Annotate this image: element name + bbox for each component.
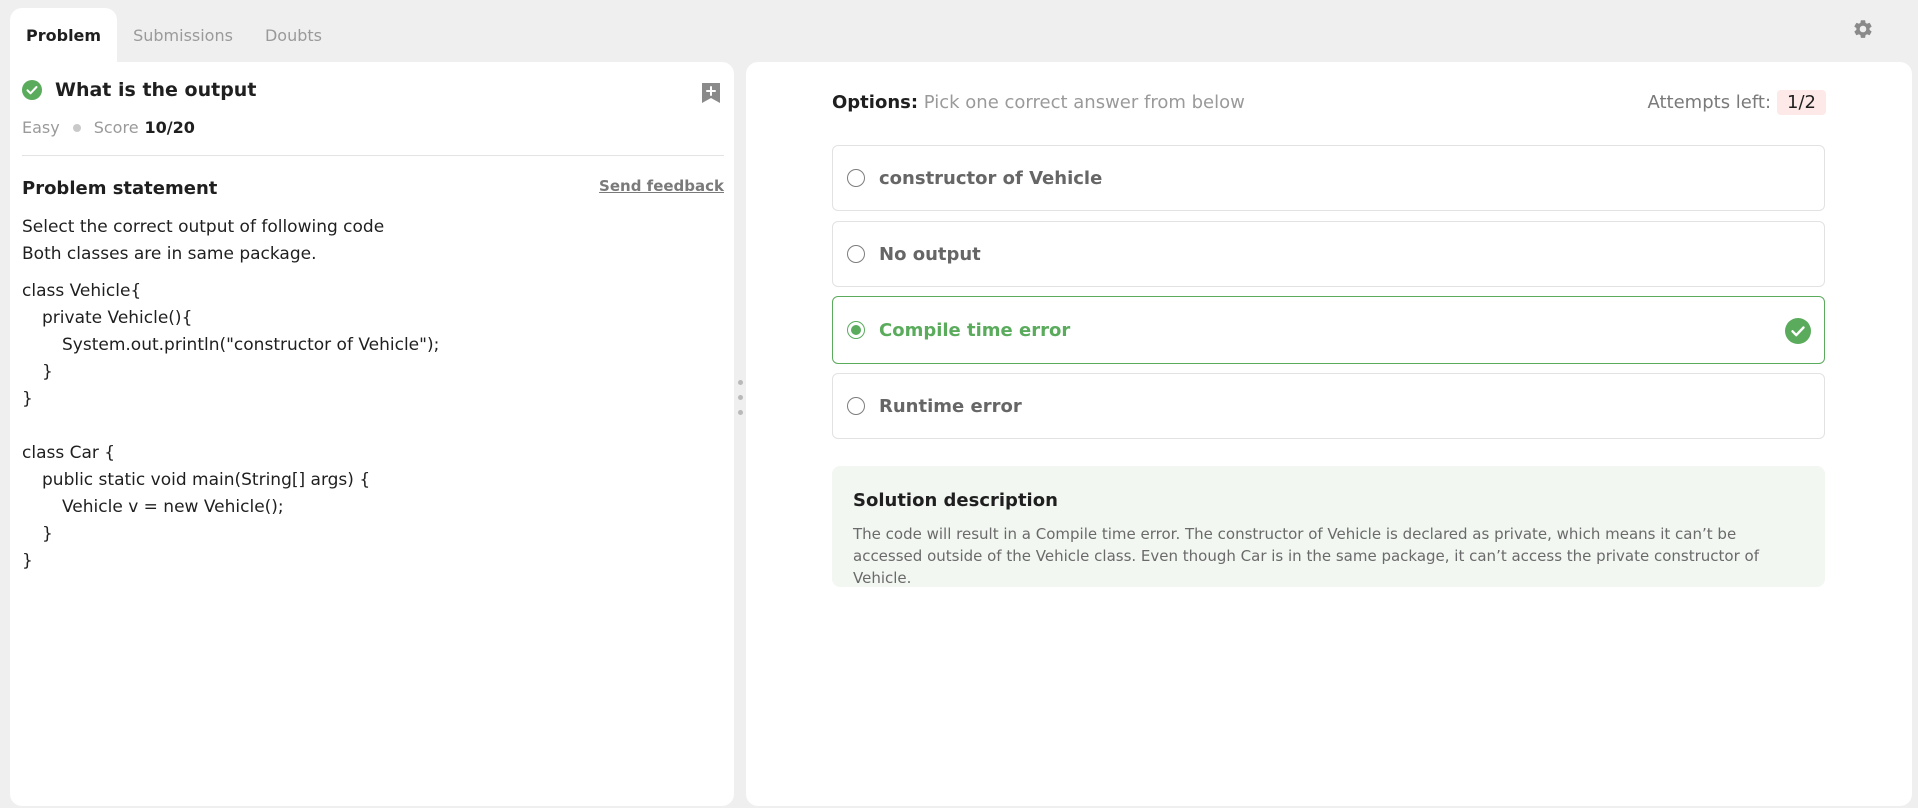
option-text: constructor of Vehicle — [879, 167, 1103, 189]
code-line: public static void main(String[] args) { — [42, 470, 371, 490]
attempts-left: Attempts left: 1/2 — [1647, 90, 1826, 115]
options-label: Options: — [832, 92, 919, 113]
solution-description: The code will result in a Compile time e… — [853, 525, 1759, 587]
attempts-badge: 1/2 — [1777, 90, 1826, 115]
code-line: private Vehicle(){ — [42, 308, 193, 328]
gear-icon[interactable] — [1852, 18, 1874, 40]
option-4[interactable]: Runtime error — [832, 373, 1825, 439]
code-line: Vehicle v = new Vehicle(); — [62, 497, 284, 517]
problem-title-row: What is the output — [22, 79, 256, 101]
problem-meta: Easy Score 10/20 — [22, 118, 195, 137]
score-value: 10/20 — [144, 118, 195, 137]
code-line: } — [42, 362, 53, 382]
meta-separator — [72, 123, 81, 132]
panel-resize-handle[interactable] — [736, 380, 744, 424]
code-line: class Vehicle{ — [22, 281, 142, 301]
problem-tabs: Problem Submissions Doubts — [10, 8, 338, 62]
tab-problem[interactable]: Problem — [10, 8, 118, 62]
attempts-label: Attempts left: — [1647, 92, 1772, 113]
tab-submissions[interactable]: Submissions — [117, 8, 249, 62]
check-circle-icon — [22, 80, 42, 100]
solution-box: Solution description The code will resul… — [832, 466, 1825, 587]
score-label: Score — [93, 118, 139, 137]
radio-button[interactable] — [847, 321, 865, 339]
divider — [22, 155, 724, 156]
statement-line: Both classes are in same package. — [22, 244, 317, 264]
solution-title: Solution description — [853, 490, 1058, 511]
code-line: System.out.println("constructor of Vehic… — [62, 335, 440, 355]
code-line: } — [22, 551, 33, 571]
check-circle-icon — [1785, 318, 1811, 344]
difficulty-label: Easy — [22, 118, 60, 137]
options-hint: Pick one correct answer from below — [923, 92, 1245, 113]
send-feedback-link[interactable]: Send feedback — [599, 177, 724, 195]
options-panel: Options: Pick one correct answer from be… — [746, 62, 1912, 806]
code-line: class Car { — [22, 443, 116, 463]
statement-line: Select the correct output of following c… — [22, 217, 385, 237]
options-header: Options: Pick one correct answer from be… — [832, 92, 1245, 113]
option-1[interactable]: constructor of Vehicle — [832, 145, 1825, 211]
problem-statement-title: Problem statement — [22, 178, 218, 199]
option-2[interactable]: No output — [832, 221, 1825, 287]
code-line: } — [22, 389, 33, 409]
problem-panel: What is the output Easy Score 10/20 Prob… — [10, 62, 734, 806]
option-text: Compile time error — [879, 319, 1071, 341]
bookmark-plus-icon[interactable] — [700, 81, 722, 105]
code-block: class Vehicle{ private Vehicle(){ System… — [22, 278, 439, 575]
problem-title: What is the output — [55, 79, 257, 101]
radio-button[interactable] — [847, 397, 865, 415]
option-text: No output — [879, 243, 981, 265]
code-line: } — [42, 524, 53, 544]
radio-button[interactable] — [847, 169, 865, 187]
radio-button[interactable] — [847, 245, 865, 263]
option-3[interactable]: Compile time error — [832, 296, 1825, 364]
tab-doubts[interactable]: Doubts — [249, 8, 338, 62]
option-text: Runtime error — [879, 395, 1022, 417]
problem-statement: Select the correct output of following c… — [22, 214, 384, 268]
